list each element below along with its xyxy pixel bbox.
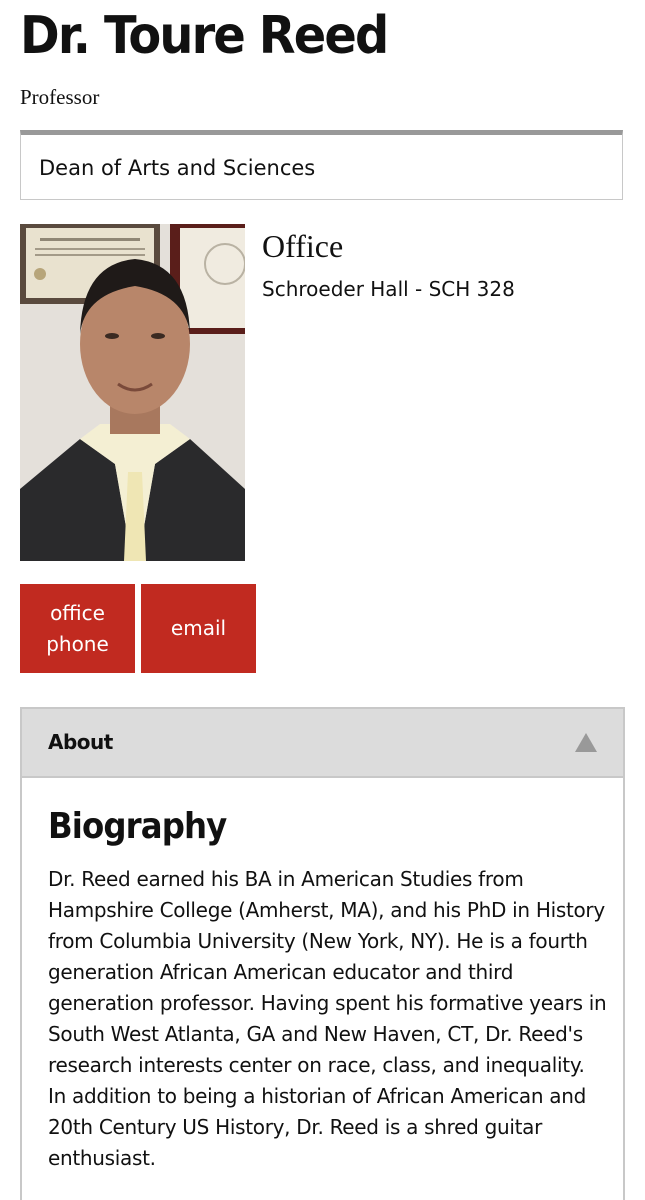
triangle-up-icon[interactable] <box>575 733 597 752</box>
office-phone-button[interactable]: office phone <box>20 584 135 673</box>
about-panel: About Biography Dr. Reed earned his BA i… <box>20 707 625 1200</box>
profile-title: Professor <box>20 85 100 109</box>
profile-photo <box>20 224 245 561</box>
about-accordion-header[interactable]: About <box>22 709 623 778</box>
profile-name: Dr. Toure Reed <box>20 6 389 66</box>
department-label: Dean of Arts and Sciences <box>39 156 316 180</box>
office-heading: Office <box>262 228 344 264</box>
about-label: About <box>48 730 113 754</box>
biography-text: Dr. Reed earned his BA in American Studi… <box>48 867 607 1170</box>
portrait-photo-image <box>20 224 245 561</box>
biography-heading: Biography <box>48 806 227 847</box>
office-phone-label: office phone <box>46 600 109 656</box>
office-location: Schroeder Hall - SCH 328 <box>262 277 515 301</box>
department-box: Dean of Arts and Sciences <box>20 130 623 200</box>
email-label: email <box>170 616 227 640</box>
email-button[interactable]: email <box>141 584 256 673</box>
